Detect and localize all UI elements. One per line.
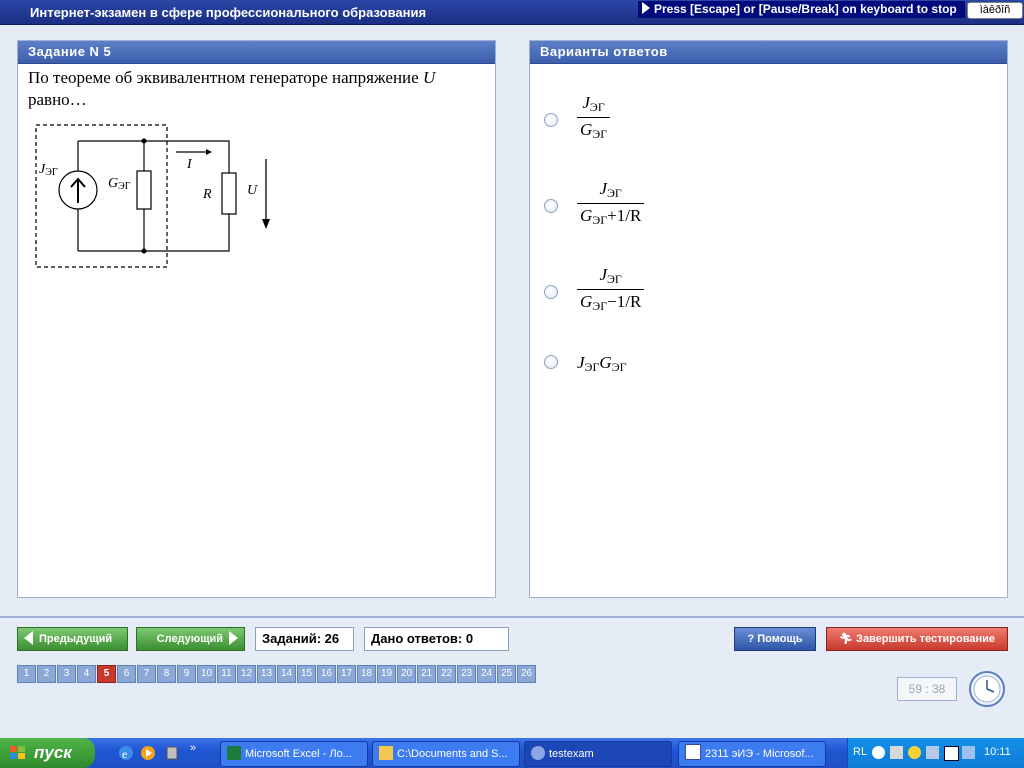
tasks-count: Заданий: 26 (255, 627, 354, 651)
page-button-3[interactable]: 3 (57, 665, 76, 683)
answer-radio-2[interactable] (544, 199, 558, 213)
footer-divider (0, 616, 1024, 618)
folder-icon (379, 746, 393, 760)
page-button-9[interactable]: 9 (177, 665, 196, 683)
page-button-4[interactable]: 4 (77, 665, 96, 683)
printer-icon[interactable] (890, 746, 903, 759)
page-button-12[interactable]: 12 (237, 665, 256, 683)
answer-formula-1: JЭГ GЭГ (577, 93, 611, 142)
page-button-25[interactable]: 25 (497, 665, 516, 683)
resistor-label: R (202, 187, 212, 202)
internet-explorer-icon[interactable]: e (118, 745, 134, 761)
taskbar-item-testexam[interactable]: testexam (524, 741, 672, 767)
answers-panel: Варианты ответов JЭГ GЭГ JЭГ GЭГ+1/R JЭГ GЭ… (529, 40, 1008, 598)
page-button-16[interactable]: 16 (317, 665, 336, 683)
arrow-right-icon (229, 631, 238, 645)
clock-icon (969, 671, 1005, 707)
page-button-26[interactable]: 26 (517, 665, 536, 683)
wire-top (78, 140, 230, 173)
media-play-icon[interactable] (944, 746, 959, 761)
system-clock: 10:11 (984, 746, 1011, 758)
page-button-22[interactable]: 22 (437, 665, 456, 683)
question-header: Задание N 5 (18, 41, 495, 64)
answers-header: Варианты ответов (530, 41, 1007, 64)
encoding-indicator: ìàêðîñ (967, 2, 1023, 19)
conductance-label: GЭГ (108, 176, 131, 192)
page-button-8[interactable]: 8 (157, 665, 176, 683)
agent-icon[interactable] (908, 746, 921, 759)
resistor-symbol (221, 172, 237, 215)
keyboard-language-indicator[interactable]: RL (853, 746, 867, 758)
taskbar-item-explorer[interactable]: C:\Documents and S... (372, 741, 520, 767)
taskbar-item-excel[interactable]: Microsoft Excel - Ло... (220, 741, 368, 767)
page-button-18[interactable]: 18 (357, 665, 376, 683)
tray-arrow-icon[interactable] (926, 746, 939, 759)
start-button[interactable]: пуск (0, 738, 95, 768)
system-tray: RL 10:11 (847, 738, 1024, 768)
conductance-symbol (136, 170, 152, 210)
answers-given-count: Дано ответов: 0 (364, 627, 509, 651)
wire-bottom (78, 214, 230, 252)
source-label: JЭГ (39, 162, 58, 178)
quick-launch-app-icon[interactable] (164, 745, 180, 761)
help-icon: ? (747, 633, 755, 645)
taskbar-item-word[interactable]: 2311 эИЭ - Microsof... (678, 741, 826, 767)
running-man-icon: 🏃︎ (839, 633, 853, 645)
answer-formula-3: JЭГ GЭГ−1/R (577, 265, 645, 314)
network-icon[interactable] (962, 746, 975, 759)
finish-test-button[interactable]: 🏃︎ Завершить тестирование (826, 627, 1008, 651)
previous-button[interactable]: Предыдущий (17, 627, 128, 651)
page-button-20[interactable]: 20 (397, 665, 416, 683)
page-button-7[interactable]: 7 (137, 665, 156, 683)
page-button-21[interactable]: 21 (417, 665, 436, 683)
question-text: По теореме об эквивалентном генераторе н… (28, 67, 488, 111)
page-button-17[interactable]: 17 (337, 665, 356, 683)
help-button[interactable]: ? Помощь (734, 627, 816, 651)
next-button[interactable]: Следующий (136, 627, 245, 651)
escape-notice: Press [Escape] or [Pause/Break] on keybo… (638, 1, 965, 18)
question-text-before: По теореме об эквивалентном генераторе н… (28, 68, 423, 87)
answer-formula-2: JЭГ GЭГ+1/R (577, 179, 645, 228)
windows-logo-icon (10, 746, 25, 759)
question-text-after: равно… (28, 90, 87, 109)
answer-radio-4[interactable] (544, 355, 558, 369)
page-button-5[interactable]: 5 (97, 665, 116, 683)
answer-radio-1[interactable] (544, 113, 558, 127)
answer-formula-4: JЭГGЭГ (577, 353, 627, 374)
voltage-label: U (247, 183, 258, 198)
page-button-6[interactable]: 6 (117, 665, 136, 683)
page-button-15[interactable]: 15 (297, 665, 316, 683)
arrow-left-icon (24, 631, 33, 645)
page-button-14[interactable]: 14 (277, 665, 296, 683)
windows-taskbar: пуск e » Microsoft Excel - Ло... C:\Docu… (0, 738, 1024, 768)
page-button-13[interactable]: 13 (257, 665, 276, 683)
question-variable: U (422, 68, 436, 87)
svg-text:e: e (122, 747, 127, 761)
excel-icon (227, 746, 241, 760)
quick-launch-expand-icon[interactable]: » (190, 742, 196, 754)
testexam-icon (531, 746, 545, 760)
app-title: Интернет-экзамен в сфере профессионально… (30, 5, 427, 20)
page-button-10[interactable]: 10 (197, 665, 216, 683)
play-icon (642, 2, 650, 14)
page-button-24[interactable]: 24 (477, 665, 496, 683)
app-title-bar: Интернет-экзамен в сфере профессионально… (0, 0, 1024, 25)
question-panel: Задание N 5 По теореме об эквивалентном … (17, 40, 496, 598)
circuit-diagram: JЭГ GЭГ I R U (35, 124, 270, 268)
current-label: I (186, 157, 193, 172)
page-button-11[interactable]: 11 (217, 665, 236, 683)
answer-radio-3[interactable] (544, 285, 558, 299)
countdown-timer: 59 : 38 (897, 677, 957, 701)
page-button-23[interactable]: 23 (457, 665, 476, 683)
word-icon (685, 744, 701, 760)
media-player-icon[interactable] (140, 745, 156, 761)
page-button-1[interactable]: 1 (17, 665, 36, 683)
page-button-19[interactable]: 19 (377, 665, 396, 683)
escape-notice-text: Press [Escape] or [Pause/Break] on keybo… (654, 2, 957, 16)
tray-expand-icon[interactable] (872, 746, 885, 759)
page-button-2[interactable]: 2 (37, 665, 56, 683)
